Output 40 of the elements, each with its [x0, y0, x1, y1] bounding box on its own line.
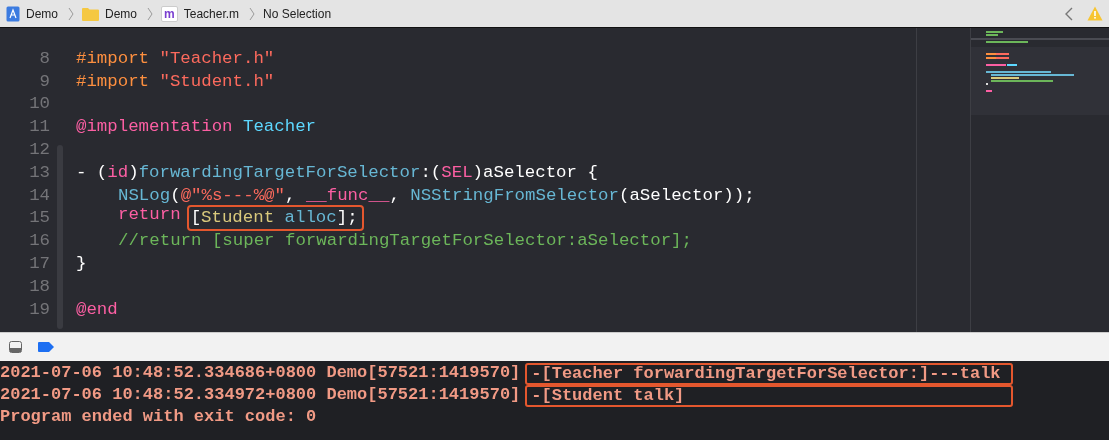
breadcrumb-item[interactable]: Demo	[105, 6, 138, 21]
code-text: - (id)forwardingTargetForSelector:(SEL)aSelector {	[76, 162, 598, 182]
chevron-icon	[68, 6, 74, 21]
chevron-icon	[249, 6, 256, 21]
project-file-icon	[6, 5, 20, 22]
code-text: NSLog(@"%s---%@", __func__, NSStringFromSelector(aSelector));	[118, 185, 755, 205]
back-icon[interactable]	[1065, 6, 1073, 21]
code-text: return	[118, 205, 181, 226]
line-number: 17	[28, 254, 50, 274]
code-text: //return [super forwardingTargetForSelector:aSelector];	[118, 231, 692, 251]
hide-panel-icon[interactable]	[9, 341, 22, 353]
code-text: }	[76, 254, 87, 274]
code-text: @implementation Teacher	[76, 117, 317, 137]
breadcrumb-item[interactable]: Demo	[26, 6, 58, 21]
log-text: 2021-07-06 10:48:52.334972+0800 Demo[57521:1419570]	[0, 385, 522, 406]
highlight-box: -[Teacher forwardingTargetForSelector:]---talk	[525, 363, 1013, 385]
breadcrumb-item[interactable]: No Selection	[263, 6, 332, 21]
line-number: 8	[38, 48, 50, 68]
line-number: 18	[28, 276, 50, 296]
line-number: 14	[28, 185, 50, 205]
file-type-icon: m	[161, 5, 178, 22]
line-number: 19	[28, 299, 50, 319]
line-number: 15	[28, 208, 50, 228]
chevron-icon	[147, 6, 154, 21]
folder-icon	[82, 6, 99, 21]
highlight-box: -[Student talk]	[525, 385, 1013, 407]
line-number: 16	[28, 231, 50, 251]
line-number: 9	[38, 71, 50, 91]
code-text: #import "Teacher.h"	[76, 48, 275, 68]
line-number: 10	[28, 94, 50, 114]
log-text: 2021-07-06 10:48:52.334686+0800 Demo[57521:1419570]	[0, 363, 522, 384]
breadcrumb-item[interactable]: Teacher.m	[183, 6, 240, 21]
highlight-box: [Student alloc];	[186, 205, 364, 231]
log-text: Program ended with exit code: 0	[0, 407, 318, 427]
breakpoint-icon[interactable]	[38, 342, 54, 352]
code-text: @end	[76, 299, 118, 319]
code-text: #import "Student.h"	[76, 71, 275, 91]
line-number: 11	[28, 117, 50, 137]
line-number: 12	[28, 140, 50, 160]
line-number: 13	[28, 162, 50, 182]
